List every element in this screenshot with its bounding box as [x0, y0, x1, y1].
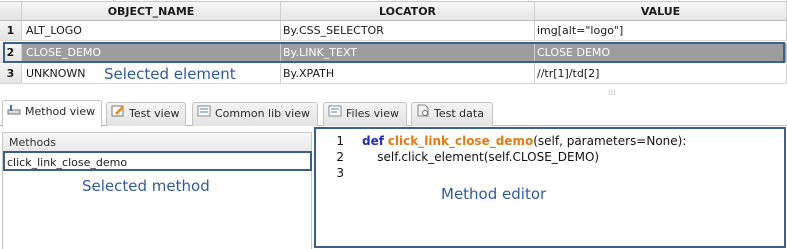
- view-tab-bar: Method view Test view Common lib view Fi…: [0, 98, 787, 127]
- tab-common-lib-view[interactable]: Common lib view: [192, 102, 318, 126]
- tab-label: Test view: [129, 107, 180, 120]
- tab-files-view[interactable]: Files view: [323, 102, 407, 126]
- line-number: 2: [336, 150, 344, 164]
- row-number: 1: [0, 21, 22, 40]
- value-cell[interactable]: img[alt="logo"]: [535, 21, 787, 40]
- test-view-icon: [111, 103, 125, 125]
- method-editor[interactable]: 1 2 3 def click_link_close_demo(self, pa…: [314, 127, 786, 248]
- column-header-value[interactable]: VALUE: [535, 2, 787, 20]
- selected-element-annotation: Selected element: [104, 65, 236, 83]
- code-line[interactable]: self.click_element(self.CLOSE_DEMO): [362, 149, 599, 165]
- line-number: 3: [336, 166, 344, 180]
- methods-header: Methods: [3, 133, 311, 152]
- object-name-cell[interactable]: ALT_LOGO: [22, 21, 281, 40]
- tab-label: Method view: [25, 105, 96, 118]
- horizontal-splitter-grip[interactable]: ⁞⁞⁞: [608, 88, 616, 97]
- value-cell[interactable]: //tr[1]/td[2]: [535, 64, 787, 83]
- common-lib-icon: [197, 103, 211, 125]
- locator-cell[interactable]: By.XPATH: [281, 64, 535, 83]
- column-header-object-name[interactable]: OBJECT_NAME: [22, 2, 281, 20]
- method-editor-annotation: Method editor: [441, 185, 547, 203]
- code-line[interactable]: def click_link_close_demo(self, paramete…: [362, 133, 686, 149]
- selected-element-highlight: [3, 42, 785, 63]
- selected-method-annotation: Selected method: [82, 177, 210, 195]
- function-signature: (self, parameters=None):: [533, 134, 687, 148]
- method-view-icon: [7, 101, 21, 123]
- selected-method-highlight: [3, 151, 312, 171]
- files-view-icon: [328, 103, 342, 125]
- line-number: 1: [336, 134, 344, 148]
- tab-label: Test data: [434, 107, 484, 120]
- tab-test-data[interactable]: Test data: [411, 102, 493, 126]
- line-number-gutter: 1 2 3: [316, 129, 350, 246]
- tab-label: Common lib view: [215, 107, 310, 120]
- tab-label: Files view: [346, 107, 399, 120]
- table-header: OBJECT_NAME LOCATOR VALUE: [0, 1, 787, 21]
- column-header-locator[interactable]: LOCATOR: [281, 2, 535, 20]
- row-number-header: [0, 2, 22, 20]
- function-name: click_link_close_demo: [387, 134, 534, 148]
- test-data-icon: [416, 103, 430, 125]
- keyword-def: def: [362, 134, 384, 148]
- row-number: 3: [0, 64, 22, 83]
- table-row[interactable]: 1 ALT_LOGO By.CSS_SELECTOR img[alt="logo…: [0, 21, 787, 41]
- locator-cell[interactable]: By.CSS_SELECTOR: [281, 21, 535, 40]
- tab-method-view[interactable]: Method view: [2, 100, 102, 127]
- tab-test-view[interactable]: Test view: [106, 102, 186, 126]
